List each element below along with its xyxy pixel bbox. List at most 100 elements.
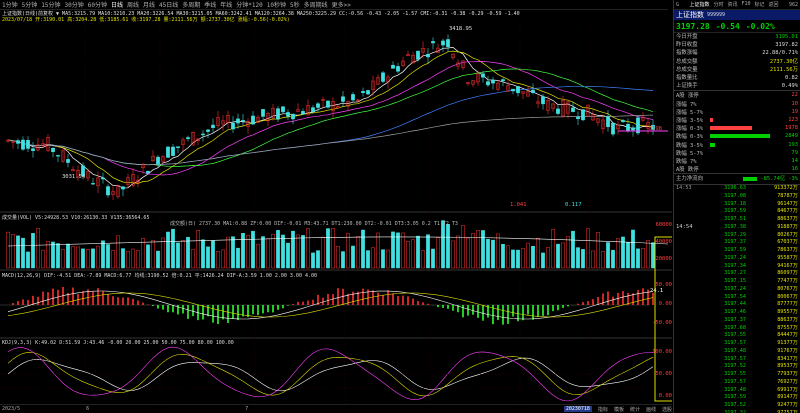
candle-body	[501, 79, 505, 82]
period-tab-11[interactable]: 年线	[220, 0, 232, 9]
period-tab-8[interactable]: 45日线	[159, 0, 178, 9]
period-tab-9[interactable]: 多周期	[182, 0, 200, 9]
period-tab-4[interactable]: 60分钟	[88, 0, 107, 9]
candle-body	[426, 54, 430, 58]
tick-price: 3197.24	[724, 285, 746, 292]
candle-body	[361, 91, 365, 93]
bottom-tab-2[interactable]: 统计	[630, 406, 640, 413]
volume-bar	[151, 239, 155, 269]
top-menu-item-3[interactable]: F10	[741, 1, 750, 8]
period-tab-0[interactable]: 1分钟	[2, 0, 18, 9]
bottom-tab-3[interactable]: 画线	[646, 406, 656, 413]
period-tab-5[interactable]: 日线	[111, 0, 123, 9]
period-tab-6[interactable]: 周线	[127, 0, 139, 9]
top-menu-item-4[interactable]: 标记	[755, 1, 765, 8]
top-menu-item-5[interactable]: 返回	[769, 1, 779, 8]
period-tab-3[interactable]: 30分钟	[64, 0, 83, 9]
bottom-tab-1[interactable]: 模板	[614, 406, 624, 413]
volume-bar	[106, 244, 110, 269]
candle-body	[16, 140, 20, 144]
volume-bar	[476, 229, 480, 269]
tick-volume: 91377万	[777, 340, 798, 347]
top-menu-item-2[interactable]: 资讯	[727, 1, 737, 8]
candle-body	[231, 122, 235, 130]
tick-volume: 88637万	[777, 216, 798, 223]
volume-bar	[251, 230, 255, 269]
volume-bar	[361, 229, 365, 269]
dist-row: 跌幅 7% 14	[674, 157, 800, 165]
candle-body	[366, 90, 370, 95]
period-tab-15[interactable]: 多周期线	[304, 0, 328, 9]
candle-body	[611, 122, 615, 135]
dist-bar	[710, 142, 715, 147]
volume-bar	[571, 230, 575, 269]
tick-price: 3197.52	[724, 402, 746, 409]
candle-body	[251, 115, 255, 125]
candle-body	[311, 107, 315, 112]
volume-bar	[271, 233, 275, 269]
volume-bar	[216, 251, 220, 269]
top-menu-item-0[interactable]: 上证指数	[689, 1, 709, 8]
dist-bar	[710, 126, 752, 131]
volume-bar	[196, 230, 200, 269]
candle-body	[291, 113, 295, 120]
volume-axis-0: 60000	[655, 222, 672, 228]
volume-bar	[636, 248, 640, 269]
period-toolbar: 1分钟 5分钟 15分钟 30分钟 60分钟 日线 周线 月线 45日线 多周期 季线 年线 分钟*12…	[0, 0, 668, 10]
top-menu-items[interactable]: 上证指数 分时 资讯 F10 标记 返回	[689, 1, 778, 8]
volume-axis-1: 40000	[655, 239, 672, 245]
volume-bar	[311, 252, 315, 269]
volume-bar	[21, 237, 25, 269]
volume-bar	[391, 231, 395, 269]
right-panel: G 上证指数 分时 资讯 F10 标记 返回 962 上证指数 999999 3197.2…	[673, 0, 800, 413]
volume-bar	[381, 249, 385, 269]
volume-bar	[221, 249, 225, 269]
period-tab-12[interactable]: 分钟*120	[236, 0, 262, 9]
period-tab-14[interactable]: 5秒	[290, 0, 300, 9]
period-tab-13[interactable]: 10秒钟	[267, 0, 286, 9]
period-tab-7[interactable]: 月线	[143, 0, 155, 9]
period-tab-16[interactable]: 更多>>	[332, 0, 351, 9]
dist-row: 跌幅 5-7% 79	[674, 149, 800, 157]
date-label-2: 7	[245, 406, 249, 412]
volume-bar	[591, 250, 595, 269]
volume-bar	[341, 251, 345, 269]
date-label-1: 6	[86, 406, 90, 412]
tick-row: 3197.37 88637万	[674, 317, 800, 325]
tick-time	[676, 394, 698, 402]
volume-bar	[191, 249, 195, 269]
dist-value: 1978	[785, 125, 798, 132]
period-tab-10[interactable]: 季线	[204, 0, 216, 9]
candle-body	[211, 124, 215, 128]
candle-body	[106, 186, 110, 196]
tick-price: 3197.18	[724, 200, 746, 207]
bottom-tab-0[interactable]: 指标	[598, 406, 608, 413]
high-price-label: 3418.95	[449, 26, 472, 32]
bottom-tab-4[interactable]: 选股	[662, 406, 672, 413]
volume-bar	[91, 248, 95, 269]
tick-list[interactable]: 14:53 3196.63 913372万 3197.08 78787万 3197.18 9…	[674, 184, 800, 413]
stat-row: 指数涨幅 22.88/0.71%	[674, 49, 800, 57]
volume-bar	[321, 236, 325, 269]
candle-body	[156, 156, 160, 165]
period-tab-1[interactable]: 5分钟	[22, 0, 38, 9]
stat-value: 0.82	[785, 74, 798, 81]
period-tab-2[interactable]: 15分钟	[41, 0, 60, 9]
volume-bar	[121, 248, 125, 269]
tick-price: 3197.27	[724, 270, 746, 277]
volume-bar	[446, 224, 450, 269]
dist-row: 跌幅 3-5% 193	[674, 140, 800, 149]
volume-bar	[351, 245, 355, 269]
volume-bar	[326, 228, 330, 269]
tick-row: 3197.08 78787万	[674, 193, 800, 201]
volume-bar	[451, 240, 455, 269]
kdj-legend: KDJ(9,3,3) K:49.02 D:51.59 J:43.46 -0.00…	[2, 340, 234, 346]
top-menu-item-1[interactable]: 分时	[713, 1, 723, 8]
top-left-glyph[interactable]: G	[676, 2, 679, 8]
volume-bar	[516, 249, 520, 269]
tick-row: 3197.48 91767万	[674, 348, 800, 356]
volume-bar	[586, 228, 590, 269]
mid-price-label: 3198	[649, 126, 662, 132]
volume-bar	[566, 236, 570, 269]
tick-price: 3197.29	[724, 231, 746, 238]
